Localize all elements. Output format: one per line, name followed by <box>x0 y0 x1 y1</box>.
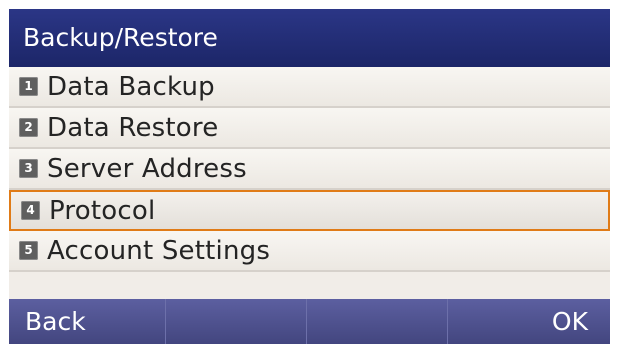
backup-restore-menu: 1 Data Backup 2 Data Restore 3 Server Ad… <box>9 67 610 272</box>
menu-item-label: Protocol <box>49 195 156 226</box>
menu-item-protocol[interactable]: 4 Protocol <box>9 190 610 231</box>
number-1-icon: 1 <box>19 77 38 96</box>
menu-item-account-settings[interactable]: 5 Account Settings <box>9 231 610 272</box>
page-title: Backup/Restore <box>9 9 610 67</box>
menu-item-server-address[interactable]: 3 Server Address <box>9 149 610 190</box>
menu-item-data-restore[interactable]: 2 Data Restore <box>9 108 610 149</box>
menu-item-label: Data Backup <box>47 71 215 102</box>
number-3-icon: 3 <box>19 159 38 178</box>
number-5-icon: 5 <box>19 241 38 260</box>
menu-item-label: Server Address <box>47 153 247 184</box>
back-softkey[interactable]: Back <box>9 299 166 344</box>
menu-item-label: Data Restore <box>47 112 219 143</box>
softkey-2[interactable] <box>166 299 307 344</box>
softkey-3[interactable] <box>307 299 448 344</box>
phone-screen: Backup/Restore 1 Data Backup 2 Data Rest… <box>9 9 610 344</box>
number-4-icon: 4 <box>21 201 40 220</box>
menu-item-label: Account Settings <box>47 235 271 266</box>
softkey-bar: Back OK <box>9 299 610 344</box>
menu-item-data-backup[interactable]: 1 Data Backup <box>9 67 610 108</box>
ok-softkey[interactable]: OK <box>448 299 610 344</box>
number-2-icon: 2 <box>19 118 38 137</box>
